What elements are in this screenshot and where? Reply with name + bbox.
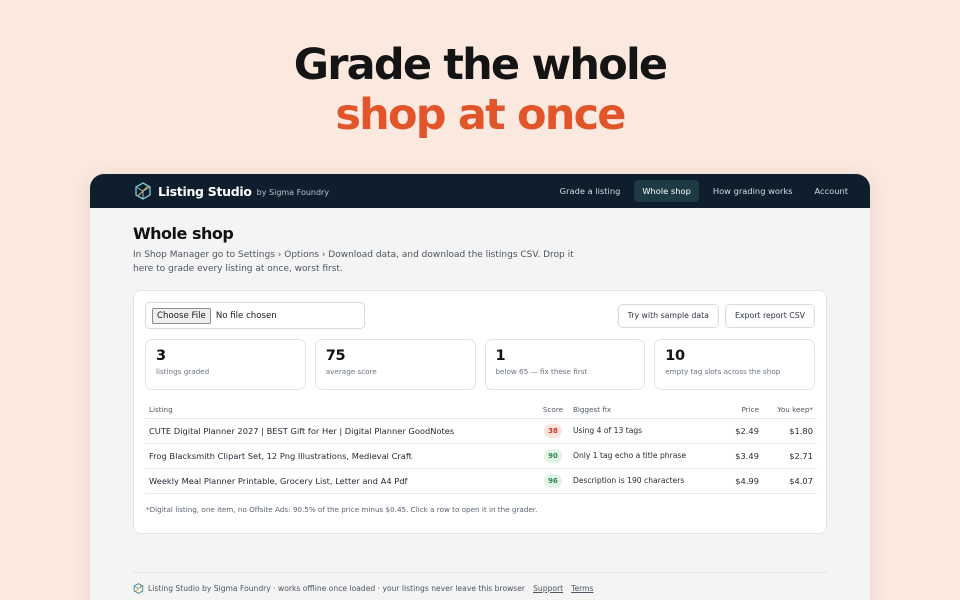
stat-average-score: 75 average score [314, 339, 476, 390]
toolbar: Choose File No file chosen Try with samp… [145, 302, 815, 329]
page-description: In Shop Manager go to Settings › Options… [133, 250, 574, 274]
file-input[interactable]: Choose File No file chosen [145, 302, 365, 329]
file-status: No file chosen [215, 310, 277, 321]
listing-title: Frog Blacksmith Clipart Set, 12 Png Illu… [145, 443, 539, 469]
listing-title: Weekly Meal Planner Printable, Grocery L… [145, 468, 539, 494]
price: $3.49 [717, 443, 759, 469]
biggest-fix: Using 4 of 13 tags [567, 418, 717, 444]
you-keep: $2.71 [759, 443, 817, 469]
table-footnote: *Digital listing, one item, no Offsite A… [146, 504, 538, 514]
table-row[interactable]: Weekly Meal Planner Printable, Grocery L… [145, 468, 817, 494]
hero-line-2: shop at once [335, 90, 626, 140]
table-header-row: Listing Score Biggest fix Price You keep… [145, 401, 817, 419]
listing-title: CUTE Digital Planner 2027 | BEST Gift fo… [145, 418, 539, 444]
brand-subtitle: by Sigma Foundry [256, 188, 330, 197]
app-window: Listing Studio by Sigma Foundry Grade a … [90, 174, 870, 600]
hero-heading: Grade the whole shop at once [0, 40, 960, 140]
col-biggest-fix[interactable]: Biggest fix [567, 401, 717, 419]
score-cell: 38 [539, 418, 567, 444]
nav-whole-shop[interactable]: Whole shop [634, 180, 699, 202]
brand-name[interactable]: Listing Studio [158, 184, 252, 199]
stat-label: empty tag slots across the shop [665, 367, 781, 376]
price: $2.49 [717, 418, 759, 444]
nav-how-grading-works[interactable]: How grading works [705, 180, 801, 202]
biggest-fix: Only 1 tag echo a title phrase [567, 443, 717, 469]
col-you-keep[interactable]: You keep* [759, 401, 817, 419]
nav-links: Grade a listing Whole shop How grading w… [552, 180, 856, 202]
table-row[interactable]: Frog Blacksmith Clipart Set, 12 Png Illu… [145, 443, 817, 469]
page-footer: Listing Studio by Sigma Foundry · works … [133, 572, 827, 594]
grading-card: Choose File No file chosen Try with samp… [133, 290, 827, 534]
stat-value: 1 [495, 348, 506, 364]
price: $4.99 [717, 468, 759, 494]
stat-value: 3 [156, 348, 166, 364]
stats-row: 3 listings graded 75 average score 1 bel… [145, 339, 815, 390]
support-link[interactable]: Support [533, 584, 563, 593]
page-title: Whole shop [133, 224, 234, 243]
choose-file-button[interactable]: Choose File [152, 307, 211, 324]
top-nav: Listing Studio by Sigma Foundry Grade a … [90, 174, 870, 208]
biggest-fix: Description is 190 characters [567, 468, 717, 494]
score-badge: 96 [544, 473, 562, 488]
stat-value: 10 [665, 348, 685, 364]
score-cell: 90 [539, 443, 567, 469]
footer-text: Listing Studio by Sigma Foundry · works … [148, 584, 526, 593]
export-csv-button[interactable]: Export report CSV [724, 303, 815, 328]
col-price[interactable]: Price [717, 401, 759, 419]
you-keep: $1.80 [759, 418, 817, 444]
table-row[interactable]: CUTE Digital Planner 2027 | BEST Gift fo… [145, 418, 817, 444]
stat-below-threshold: 1 below 65 — fix these first [484, 339, 646, 390]
you-keep: $4.07 [759, 468, 817, 494]
terms-link[interactable]: Terms [571, 584, 593, 593]
main-content: Whole shop In Shop Manager go to Setting… [90, 208, 870, 534]
col-listing[interactable]: Listing [145, 401, 539, 419]
stat-label: listings graded [156, 367, 210, 376]
nav-grade-listing[interactable]: Grade a listing [552, 180, 629, 202]
listings-table: Listing Score Biggest fix Price You keep… [145, 401, 817, 494]
stat-label: average score [325, 367, 377, 376]
score-cell: 96 [539, 468, 567, 494]
stat-value: 75 [325, 348, 346, 364]
col-score[interactable]: Score [539, 401, 567, 419]
stat-empty-tag-slots: 10 empty tag slots across the shop [654, 339, 815, 390]
score-badge: 90 [544, 448, 562, 463]
crystal-logo-icon [133, 583, 144, 594]
score-badge: 38 [544, 423, 562, 438]
crystal-logo-icon [135, 182, 151, 200]
nav-account[interactable]: Account [807, 180, 857, 202]
hero-line-1: Grade the whole [293, 40, 668, 90]
stat-label: below 65 — fix these first [495, 367, 588, 376]
stat-listings-graded: 3 listings graded [145, 339, 306, 390]
sample-data-button[interactable]: Try with sample data [617, 303, 719, 328]
